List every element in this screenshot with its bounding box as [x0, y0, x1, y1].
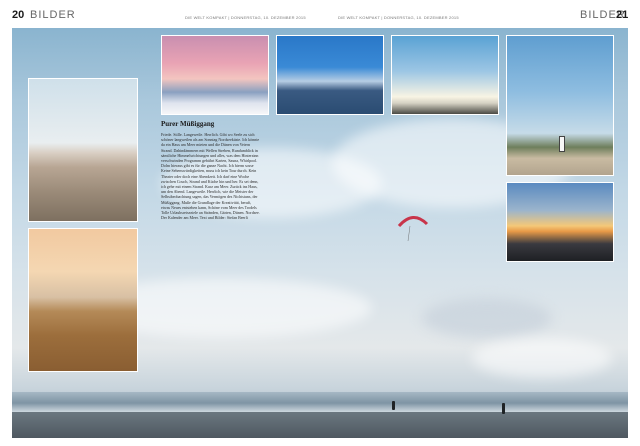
page-number-left: 20: [12, 9, 25, 21]
dune-path-photo: [28, 228, 138, 372]
pink-sunset-photo: [161, 35, 269, 115]
article: Purer Müßiggang Friede. Stille. Langewei…: [161, 120, 261, 220]
beach: [12, 412, 628, 438]
page-number-right: 21: [616, 9, 629, 21]
sea: [12, 392, 628, 414]
section-label-left: BILDER: [30, 9, 76, 21]
article-title: Purer Müßiggang: [161, 120, 215, 128]
lighthouse-icon: [559, 136, 565, 152]
article-body: Friede. Stille. Langeweile. Herrlich. Gi…: [161, 132, 260, 221]
rocky-shore-photo: [276, 35, 384, 115]
person-figure: [392, 401, 395, 410]
person-figure: [502, 403, 505, 414]
birds-sun-photo: [391, 35, 499, 115]
kitesurfer-sunset-photo: [506, 182, 614, 262]
kite-icon: [397, 216, 429, 242]
cloud: [422, 298, 552, 338]
running-head-left: DIE WELT KOMPAKT | DONNERSTAG, 10. DEZEM…: [185, 15, 306, 20]
lighthouse-photo: [506, 35, 614, 176]
running-head-right: DIE WELT KOMPAKT | DONNERSTAG, 10. DEZEM…: [338, 15, 459, 20]
page-header: 20 BILDER DIE WELT KOMPAKT | DONNERSTAG,…: [0, 0, 640, 28]
dune-beach-photo: [28, 78, 138, 222]
cloud: [472, 338, 612, 378]
